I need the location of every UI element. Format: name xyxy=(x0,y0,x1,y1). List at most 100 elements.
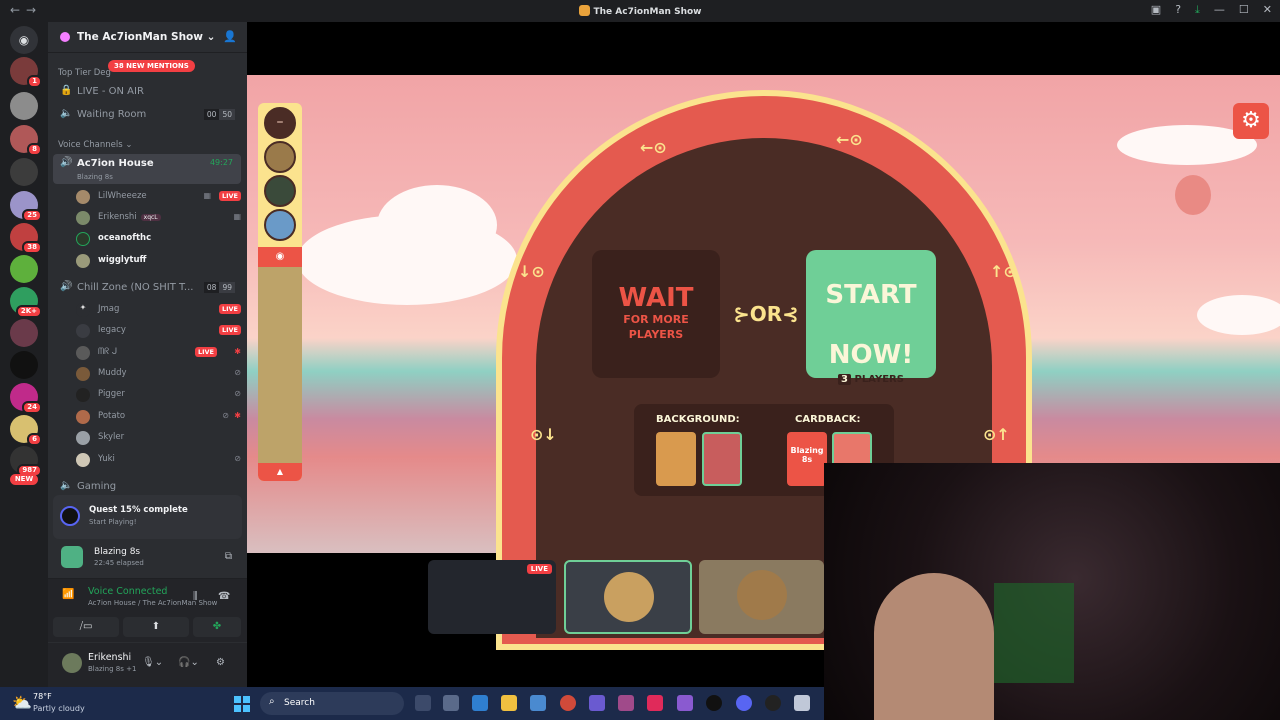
photos-app-icon[interactable] xyxy=(472,695,488,711)
server-icon[interactable]: 2K+ xyxy=(10,287,42,318)
server-icon[interactable] xyxy=(10,319,38,347)
current-activity[interactable]: Blazing 8s 22:45 elapsed ⧉ xyxy=(53,543,242,573)
channel-action-house[interactable]: 🔊 Ac7ion House Blazing 8s 49:27 xyxy=(53,154,241,184)
tiktok-icon[interactable] xyxy=(647,695,663,711)
inbox-icon[interactable]: ▣ xyxy=(1151,3,1161,17)
settings-app-icon[interactable] xyxy=(443,695,459,711)
player-avatar[interactable] xyxy=(264,209,296,241)
voice-member[interactable]: LilWheeeze ▦ LIVE xyxy=(76,187,241,207)
file-explorer-icon[interactable] xyxy=(501,695,517,711)
server-icon[interactable] xyxy=(10,92,38,120)
deafened-icon: ✱ xyxy=(234,411,241,420)
microphone-icon[interactable]: 🎙⌄ xyxy=(142,657,163,668)
camera-off-button[interactable]: ⧸▭ xyxy=(53,617,119,637)
invite-people-icon[interactable]: 👤 xyxy=(223,30,237,43)
speaker-icon: 🔈 xyxy=(60,108,73,119)
stream-thumbnail[interactable]: LIVE xyxy=(428,560,556,634)
app-icon[interactable] xyxy=(706,695,722,711)
voice-member[interactable]: Potato ⊘ ✱ xyxy=(76,407,241,427)
settings-icon[interactable]: ⚙ xyxy=(216,657,225,668)
green-light xyxy=(994,583,1074,683)
background-option-canyon[interactable] xyxy=(702,432,742,486)
quest-progress-card[interactable]: Quest 15% complete Start Playing! xyxy=(53,495,242,539)
notepad-icon[interactable] xyxy=(530,695,546,711)
weather-icon[interactable]: ⛅ xyxy=(12,693,32,712)
muted-icon: ⊘ xyxy=(234,368,241,377)
disconnect-icon[interactable]: ☎ xyxy=(218,591,230,602)
background-option-cactus[interactable] xyxy=(656,432,696,486)
webcam-overlay xyxy=(824,463,1280,720)
server-icon[interactable] xyxy=(10,255,38,283)
noise-suppression-icon[interactable]: ⫼ xyxy=(193,591,198,602)
app-icon[interactable] xyxy=(677,695,693,711)
voice-member[interactable]: Muddy ⊘ xyxy=(76,364,241,384)
server-header[interactable]: The Ac7ionMan Show ⌄ 👤 xyxy=(48,22,247,53)
server-icon[interactable]: 987 xyxy=(10,446,42,477)
minimize-button[interactable]: — xyxy=(1214,3,1225,17)
new-mentions-pill[interactable]: 38 NEW MENTIONS xyxy=(108,60,195,72)
channel-gaming[interactable]: 🔈 Gaming xyxy=(53,477,241,497)
help-icon[interactable]: ? xyxy=(1175,3,1181,17)
screen-share-button[interactable]: ⬆ xyxy=(123,617,189,637)
discord-home-icon[interactable]: ◉ xyxy=(10,26,38,54)
server-icon[interactable] xyxy=(10,351,38,379)
app-icon[interactable] xyxy=(618,695,634,711)
cardback-option-blazing[interactable]: Blazing 8s xyxy=(787,432,827,486)
muted-icon: ⊘ xyxy=(234,389,241,398)
voice-member[interactable]: Yuki ⊘ xyxy=(76,450,241,470)
start-now-button[interactable]: START NOW! 3 PLAYERS xyxy=(806,250,936,385)
task-view-icon[interactable] xyxy=(415,695,431,711)
server-icon[interactable]: 8 xyxy=(10,125,42,156)
game-settings-gear-icon[interactable]: ⚙ xyxy=(1233,103,1269,139)
stream-thumbnail[interactable] xyxy=(699,560,824,634)
gamebar-icon[interactable] xyxy=(589,695,605,711)
voice-member[interactable]: ᗰᖇ ᒍ LIVE ✱ xyxy=(76,343,241,363)
voice-member[interactable]: ✦ Jmag LIVE xyxy=(76,300,241,320)
taskbar-search[interactable]: ⌕ Search xyxy=(260,692,404,715)
server-icon[interactable]: 24 xyxy=(10,383,42,414)
start-button[interactable] xyxy=(234,696,250,712)
category-top[interactable]: Top Tier Deg xyxy=(58,68,111,78)
obs-icon[interactable] xyxy=(765,695,781,711)
channel-live-on-air[interactable]: 🔒 LIVE - ON AIR xyxy=(53,82,241,102)
voice-member[interactable]: Pigger ⊘ xyxy=(76,385,241,405)
avatar[interactable] xyxy=(62,653,82,673)
player-avatar[interactable] xyxy=(264,175,296,207)
voice-member[interactable]: wigglytuff xyxy=(76,251,241,271)
headphones-icon[interactable]: 🎧⌄ xyxy=(178,657,199,668)
signal-icon[interactable]: 📶 xyxy=(62,589,74,600)
expand-up-icon[interactable]: ▲ xyxy=(258,463,302,481)
popout-icon[interactable]: ⧉ xyxy=(225,551,232,562)
close-button[interactable]: ✕ xyxy=(1263,3,1272,17)
channel-waiting-room[interactable]: 🔈 Waiting Room 00 50 xyxy=(53,105,241,125)
server-icon[interactable]: 38 xyxy=(10,223,42,254)
server-icon[interactable]: 25 xyxy=(10,191,42,222)
server-icon[interactable]: 1 xyxy=(10,57,42,88)
chrome-icon[interactable] xyxy=(560,695,576,711)
category-voice-channels[interactable]: Voice Channels ⌄ xyxy=(58,140,132,150)
server-icon[interactable]: 6 xyxy=(10,415,42,446)
discord-taskbar-icon[interactable] xyxy=(736,695,752,711)
spectate-eye-icon[interactable]: ◉ xyxy=(258,247,302,267)
person-figure xyxy=(874,573,994,720)
voice-member[interactable]: Skyler xyxy=(76,428,241,448)
maximize-button[interactable]: ☐ xyxy=(1239,3,1249,17)
channel-chill-zone[interactable]: 🔊 Chill Zone (NO SHIT T... 08 99 xyxy=(53,278,241,298)
player-list-panel: – ◉ ▲ xyxy=(258,103,302,481)
voice-member[interactable]: oceanofthc xyxy=(76,229,241,249)
avatar xyxy=(76,453,90,467)
speaker-icon: 🔊 xyxy=(60,281,73,292)
avatar xyxy=(76,254,90,268)
player-avatar[interactable] xyxy=(264,141,296,173)
voice-member[interactable]: Erikenshi xqcL ▦ xyxy=(76,208,241,228)
collapse-icon[interactable]: – xyxy=(264,107,296,139)
wait-for-players-button[interactable]: WAIT FOR MORE PLAYERS xyxy=(592,250,720,378)
unread-badge: 2K+ xyxy=(15,305,42,318)
activities-button[interactable]: ✤ xyxy=(193,617,241,637)
new-servers-badge[interactable]: NEW xyxy=(10,474,38,485)
stream-thumbnail[interactable] xyxy=(564,560,692,634)
voice-member[interactable]: legacy LIVE xyxy=(76,321,241,341)
server-icon[interactable] xyxy=(10,158,38,186)
download-icon[interactable]: ⤓ xyxy=(1195,3,1200,17)
security-shield-icon[interactable] xyxy=(794,695,810,711)
